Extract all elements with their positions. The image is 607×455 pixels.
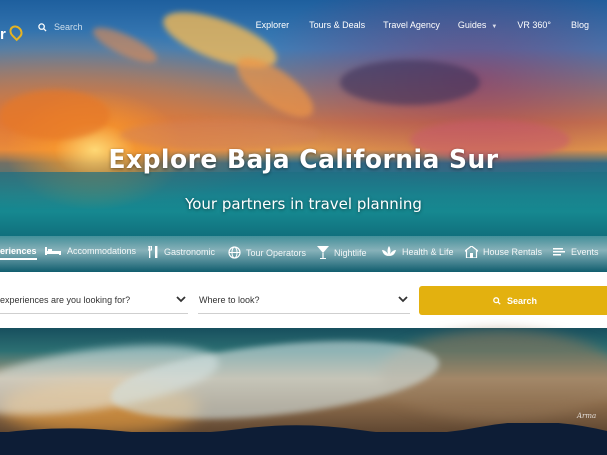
- nav-item-travel-agency[interactable]: Travel Agency: [383, 20, 440, 30]
- nav-item-guides-label: Guides: [457, 20, 487, 30]
- hero-banner: [0, 0, 607, 272]
- hero-title: Explore Baja California Sur: [108, 145, 499, 175]
- hero-cloud: [340, 60, 480, 105]
- tab-label: Gastronomic: [164, 247, 216, 257]
- logo-text: r: [0, 26, 6, 43]
- tab-label: Events: [571, 246, 599, 257]
- chevron-down-icon: [398, 296, 408, 303]
- search-button[interactable]: Search: [419, 286, 607, 315]
- chevron-down-icon: [176, 296, 186, 303]
- category-tabs: eriences Accommodations Gastronomic Tour…: [0, 246, 607, 264]
- main-nav: Explorer Tours & Deals Travel Agency Gui…: [256, 20, 589, 30]
- tab-experiences[interactable]: eriences: [0, 246, 37, 260]
- nav-item-tours-deals[interactable]: Tours & Deals: [309, 20, 365, 30]
- tab-health-life[interactable]: Health & Life: [381, 246, 454, 257]
- location-select[interactable]: Where to look?: [198, 286, 410, 314]
- lotus-icon: [382, 246, 396, 256]
- cocktail-icon: [317, 246, 329, 259]
- tab-label: Health & Life: [402, 246, 454, 257]
- nav-item-guides[interactable]: Guides ▼: [458, 20, 497, 30]
- calendar-icon: [553, 248, 565, 256]
- wave-divider-shape: [0, 423, 607, 435]
- search-panel: experiences are you looking for? Where t…: [0, 272, 607, 328]
- tab-label: House Rentals: [483, 247, 543, 257]
- hero-subtitle: Your partners in travel planning: [185, 195, 422, 213]
- globe-icon: [228, 246, 241, 259]
- hero-cloud: [89, 21, 161, 69]
- tab-accommodations[interactable]: Accommodations: [44, 246, 136, 256]
- caret-down-icon: ▼: [491, 24, 498, 30]
- tab-label: eriences: [0, 246, 37, 256]
- tab-label: Tour Operators: [246, 247, 307, 258]
- header-search-label: Search: [54, 22, 83, 32]
- search-button-label: Search: [506, 295, 538, 306]
- tab-gastronomic[interactable]: Gastronomic: [148, 246, 215, 258]
- tab-label: Accommodations: [67, 246, 137, 256]
- photo-signature: Arma: [577, 412, 597, 420]
- tab-tour-operators[interactable]: Tour Operators: [228, 246, 306, 259]
- hero-cloud: [0, 90, 110, 140]
- nav-item-explorer[interactable]: Explorer: [256, 20, 290, 30]
- site-logo[interactable]: r: [0, 12, 32, 43]
- experience-select[interactable]: experiences are you looking for?: [0, 286, 188, 314]
- section-divider-wave: [0, 423, 607, 455]
- header-search-button[interactable]: Search: [38, 19, 88, 35]
- search-icon: [38, 22, 47, 32]
- bed-icon: [45, 247, 61, 255]
- nav-item-vr360[interactable]: VR 360°: [517, 20, 551, 30]
- search-icon: [493, 296, 501, 305]
- location-pin-icon: [6, 22, 26, 42]
- tab-events[interactable]: Events: [553, 246, 599, 257]
- location-select-placeholder: Where to look?: [199, 294, 260, 305]
- experience-select-placeholder: experiences are you looking for?: [0, 294, 131, 305]
- house-icon: [465, 246, 478, 258]
- nav-item-blog[interactable]: Blog: [571, 20, 589, 30]
- tab-label: Nightlife: [334, 247, 367, 258]
- tab-nightlife[interactable]: Nightlife: [317, 246, 367, 259]
- cutlery-icon: [148, 246, 158, 258]
- tab-house-rentals[interactable]: House Rentals: [465, 246, 542, 258]
